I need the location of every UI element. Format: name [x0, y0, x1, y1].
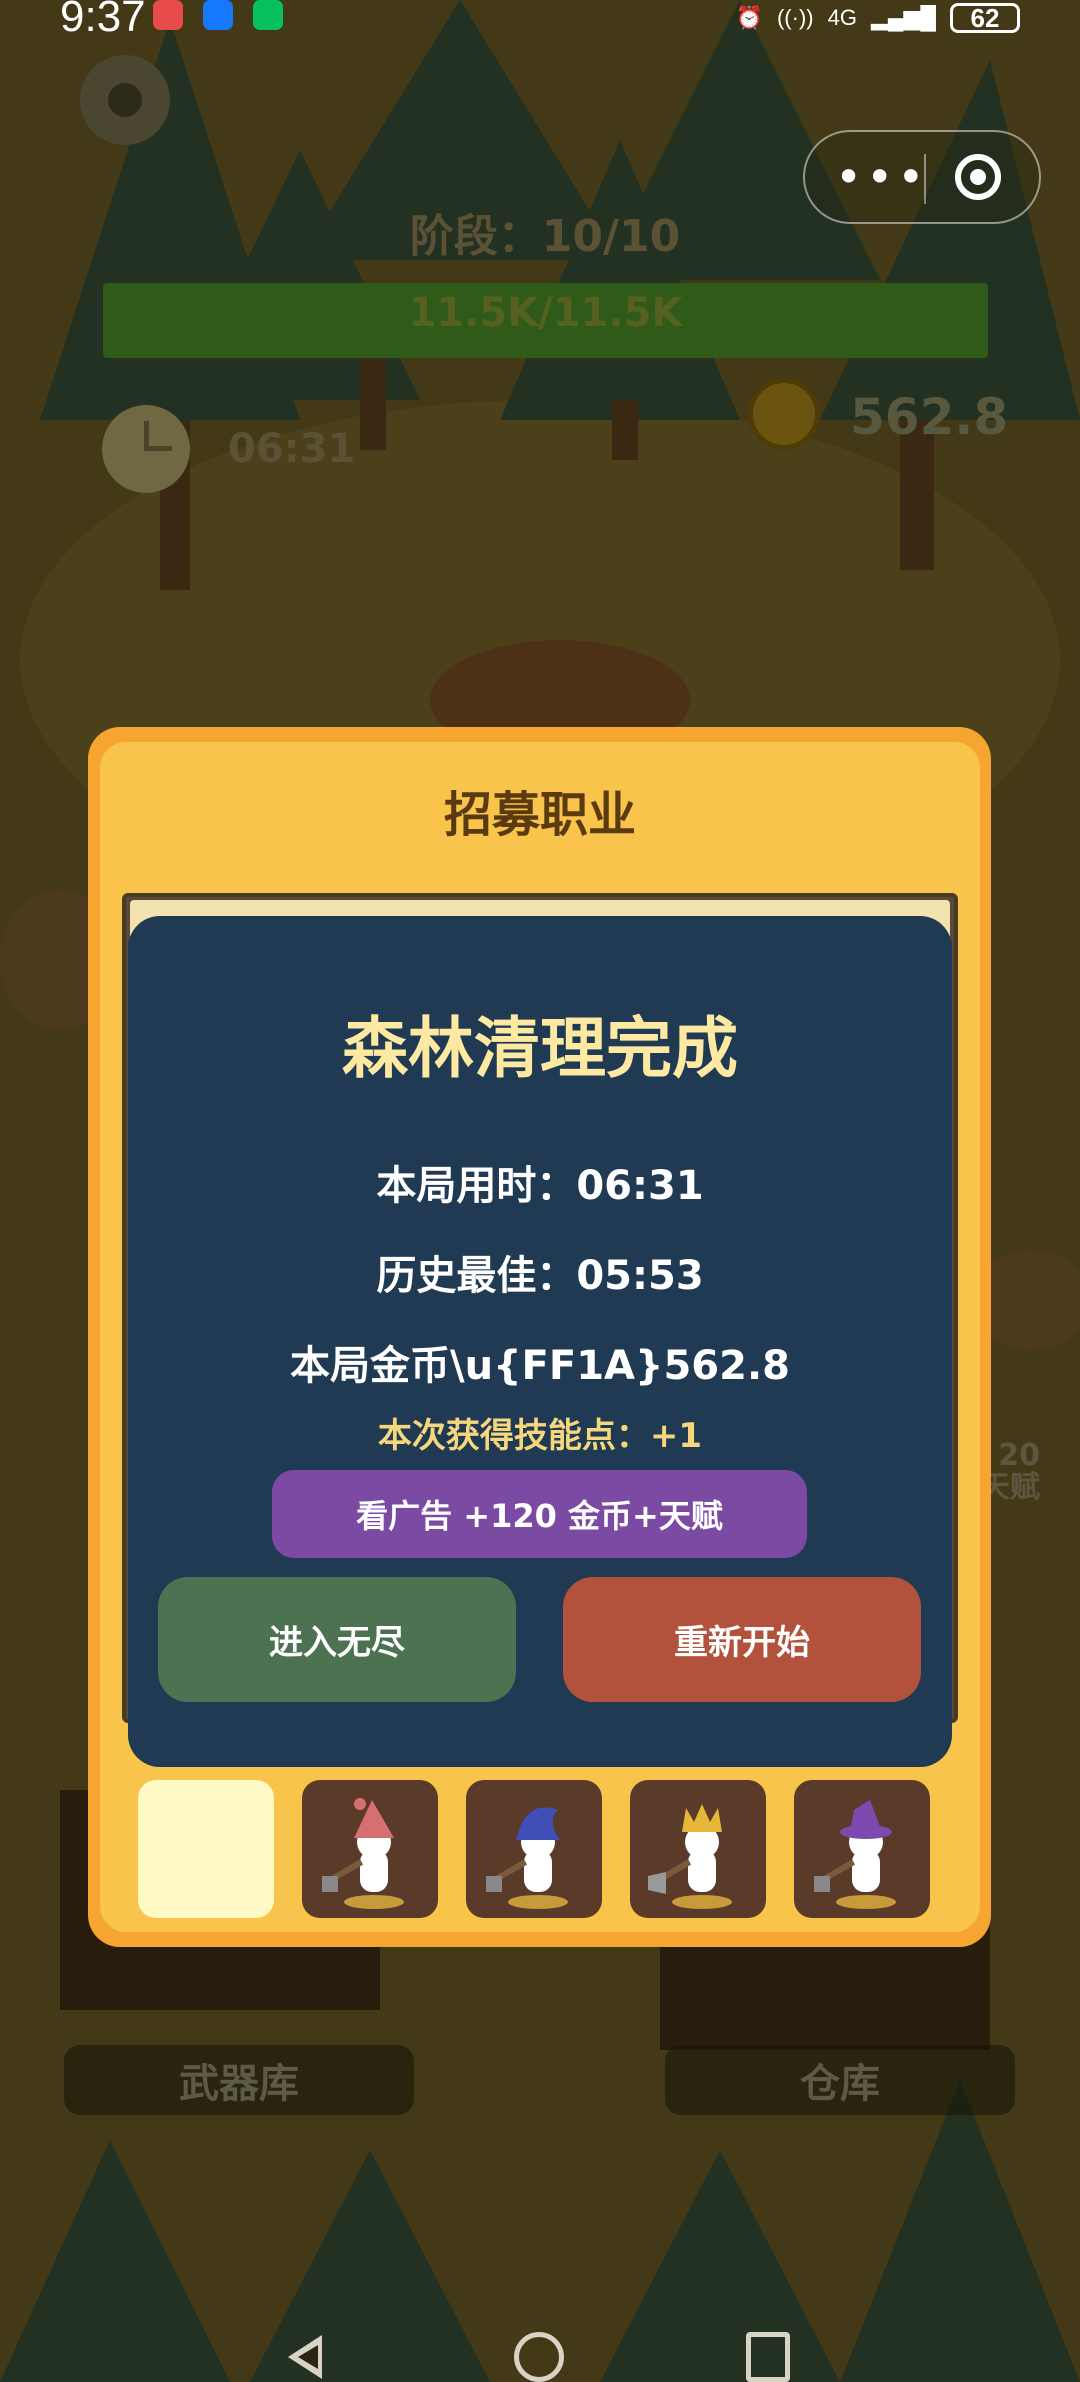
clock-icon	[102, 405, 190, 493]
status-bar: 9:37 ⏰ ((·)) 4G ▂▄▆█ 62	[0, 0, 1080, 41]
enter-endless-button[interactable]: 进入无尽	[158, 1577, 516, 1702]
king-crown-icon	[648, 1804, 732, 1909]
axeman-blue-hat-icon	[486, 1807, 568, 1909]
recruit-slot-red-hat[interactable]	[302, 1780, 438, 1918]
lumberjack-red-hat-icon	[322, 1798, 404, 1909]
recruit-slot-crown[interactable]	[630, 1780, 766, 1918]
battery-icon: 62	[950, 3, 1020, 33]
network-type: 4G	[827, 5, 857, 30]
coin-icon	[748, 378, 820, 450]
watch-ad-button[interactable]: 看广告 +120 金币+天赋	[272, 1470, 807, 1558]
signal-icon: ▂▄▆█	[870, 5, 936, 30]
wifi-icon: ((·))	[776, 5, 814, 30]
result-title: 森林清理完成	[342, 1010, 738, 1087]
hud-timer: 06:31	[228, 426, 356, 472]
warehouse-button[interactable]: 仓库	[665, 2045, 1015, 2115]
recruit-slot-wizard-hat[interactable]	[794, 1780, 930, 1918]
alipay-icon	[203, 0, 233, 30]
recruit-slot-empty[interactable]	[138, 1780, 274, 1918]
hud-coin-count: 562.8	[850, 388, 1009, 446]
tree-hp-text: 11.5K/11.5K	[408, 290, 683, 336]
restart-button[interactable]: 重新开始	[563, 1577, 921, 1702]
status-right-group: ⏰ ((·)) 4G ▂▄▆█ 62	[736, 0, 1020, 36]
nav-home-icon[interactable]	[514, 2332, 564, 2382]
armory-button[interactable]: 武器库	[64, 2045, 414, 2115]
recruit-slot-blue-hat[interactable]	[466, 1780, 602, 1918]
coins-earned-text: 本局金币\u{FF1A}562.8	[290, 1343, 790, 1389]
time-used-text: 本局用时：06:31	[376, 1163, 704, 1209]
recruit-panel-title: 招募职业	[443, 787, 636, 843]
settings-gear-icon[interactable]	[80, 55, 170, 145]
nav-back-icon-inner	[298, 2345, 318, 2369]
miniprogram-capsule: •••	[803, 130, 1041, 224]
close-miniprogram-icon[interactable]	[955, 154, 1001, 200]
wechat-icon	[253, 0, 283, 30]
more-icon[interactable]: •••	[835, 154, 925, 204]
huawei-app-icon	[153, 0, 183, 30]
capsule-divider	[924, 154, 926, 204]
wizard-purple-hat-icon	[814, 1800, 896, 1909]
stage-indicator: 阶段：10/10	[409, 211, 681, 262]
nav-recents-icon[interactable]	[746, 2332, 790, 2382]
alarm-icon: ⏰	[735, 5, 763, 30]
best-time-text: 历史最佳：05:53	[376, 1253, 704, 1299]
skill-points-text: 本次获得技能点：+1	[377, 1416, 703, 1456]
battery-level: 62	[970, 2, 1000, 33]
status-time: 9:37	[60, 0, 146, 41]
